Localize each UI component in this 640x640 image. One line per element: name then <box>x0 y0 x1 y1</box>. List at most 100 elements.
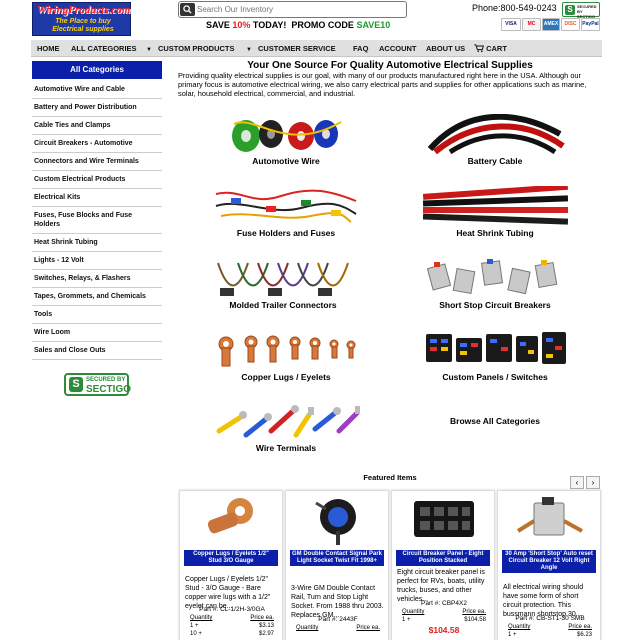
sidebar-item-heat-shrink[interactable]: Heat Shrink Tubing <box>32 234 162 252</box>
category-tile-wire-terminals[interactable]: Wire Terminals <box>206 401 366 453</box>
sidebar-item-circuit-breakers[interactable]: Circuit Breakers - Automotive <box>32 135 162 153</box>
product-title[interactable]: Copper Lugs / Eyelets 1/2" Stud 3/O Gaug… <box>184 550 278 566</box>
product-image-short-stop <box>498 491 600 547</box>
promo-code-label: PROMO CODE <box>291 20 354 30</box>
security-seal[interactable]: S SECURED BY SECTIGO <box>64 373 131 396</box>
battery-cable-image <box>425 113 565 155</box>
category-tile-trailer-connectors[interactable]: Molded Trailer Connectors <box>203 258 363 310</box>
category-tile-fuse-holders[interactable]: Fuse Holders and Fuses <box>206 186 366 238</box>
category-tile-battery-cable[interactable]: Battery Cable <box>415 113 575 166</box>
product-title[interactable]: Circuit Breaker Panel - Eight Position S… <box>396 550 490 566</box>
nav-all-categories[interactable]: ALL CATEGORIES <box>71 40 137 57</box>
search-box <box>178 1 407 18</box>
qty-header: Quantity <box>508 624 531 630</box>
category-label: Copper Lugs / Eyelets <box>241 372 331 382</box>
product-title[interactable]: GM Double Contact Signal Park Light Sock… <box>290 550 384 566</box>
nav-cart-label: CART <box>486 44 507 53</box>
price-header: Price ea. <box>462 609 486 615</box>
qty-header: Quantity <box>296 625 319 631</box>
product-part-number: Part #: 2443F <box>318 616 358 623</box>
category-tile-copper-lugs[interactable]: Copper Lugs / Eyelets <box>206 330 366 382</box>
phone-number[interactable]: 800-549-0243 <box>501 3 557 13</box>
security-seal-small[interactable]: S SECURED BY SECTIGO <box>562 2 600 19</box>
amex-icon: AMEX <box>542 18 560 31</box>
nav-about-us[interactable]: ABOUT US <box>426 40 465 57</box>
sectigo-logo-icon: S <box>69 377 83 392</box>
featured-item-card[interactable]: 30 Amp 'Short Stop' Auto reset Circuit B… <box>497 490 601 640</box>
sidebar-item-cable-ties[interactable]: Cable Ties and Clamps <box>32 117 162 135</box>
sidebar-item-custom-electrical[interactable]: Custom Electrical Products <box>32 171 162 189</box>
mastercard-icon: MC <box>522 18 541 31</box>
product-description: All electrical wiring should have some f… <box>503 584 584 618</box>
copper-lugs-image <box>211 330 361 370</box>
category-tile-custom-panels[interactable]: Custom Panels / Switches <box>415 330 575 382</box>
nav-cart[interactable]: CART <box>474 40 507 57</box>
heat-shrink-image <box>422 183 568 226</box>
main-nav: HOME ALL CATEGORIES ▼ CUSTOM PRODUCTS ▼ CU… <box>31 40 602 57</box>
nav-account[interactable]: ACCOUNT <box>379 40 417 57</box>
dropdown-arrow-icon: ▼ <box>146 47 152 53</box>
price-header: Price ea. <box>356 625 380 631</box>
sidebar-item-fuses[interactable]: Fuses, Fuse Blocks and Fuse Holders <box>32 207 162 234</box>
security-seal-small-text: SECURED BY SECTIGO <box>577 4 597 19</box>
promo-banner: SAVE 10% TODAY! PROMO CODE SAVE10 <box>206 20 390 30</box>
category-label: Molded Trailer Connectors <box>229 300 337 310</box>
sidebar-item-battery[interactable]: Battery and Power Distribution <box>32 99 162 117</box>
fuse-holders-image <box>211 186 361 226</box>
circuit-breakers-image <box>425 258 565 298</box>
sidebar-item-switches[interactable]: Switches, Relays, & Flashers <box>32 270 162 288</box>
site-logo[interactable]: WiringProducts.com The Place to buy Elec… <box>32 2 131 36</box>
sidebar-item-wire-loom[interactable]: Wire Loom <box>32 324 162 342</box>
product-part-number: Part #: CL-1/2H-3/0GA <box>199 606 265 613</box>
qty-cell: 1 + <box>402 617 411 623</box>
carousel-prev-button[interactable]: ‹ <box>570 476 584 489</box>
dropdown-arrow-icon: ▼ <box>246 47 252 53</box>
payment-cards: VISA MC AMEX DISC PayPal <box>501 18 600 31</box>
price-table: Quantity Price ea. <box>296 624 380 632</box>
search-button[interactable] <box>180 3 195 16</box>
category-tile-short-stop-breakers[interactable]: Short Stop Circuit Breakers <box>415 258 575 310</box>
qty-cell: 1 + <box>190 623 199 629</box>
product-description: Eight circuit breaker panel is perfect f… <box>397 569 485 603</box>
sidebar-item-tools[interactable]: Tools <box>32 306 162 324</box>
sidebar-item-electrical-kits[interactable]: Electrical Kits <box>32 189 162 207</box>
sidebar-heading[interactable]: All Categories <box>32 61 162 79</box>
nav-customer-service[interactable]: ▼ CUSTOMER SERVICE <box>246 40 336 57</box>
product-part-number: Part #: CB-ST1-30 SMB <box>515 615 585 622</box>
nav-home[interactable]: HOME <box>37 40 60 57</box>
browse-all-categories-link[interactable]: Browse All Categories <box>415 416 575 426</box>
price-cell: $3.13 <box>258 623 274 629</box>
trailer-connectors-image <box>208 258 358 298</box>
promo-today: TODAY! <box>252 20 287 30</box>
qty-cell: 1 + <box>508 632 517 638</box>
qty-cell: 10 + <box>190 631 202 637</box>
price-table: Quantity Price ea. 1 + $6.23 <box>508 623 592 639</box>
carousel-next-button[interactable]: › <box>586 476 600 489</box>
nav-faq[interactable]: FAQ <box>353 40 368 57</box>
featured-item-card[interactable]: Copper Lugs / Eyelets 1/2" Stud 3/O Gaug… <box>179 490 283 640</box>
category-tile-automotive-wire[interactable]: Automotive Wire <box>206 114 366 166</box>
category-tile-heat-shrink[interactable]: Heat Shrink Tubing <box>415 183 575 238</box>
sidebar-item-sales[interactable]: Sales and Close Outs <box>32 342 162 360</box>
price-table: Quantity Price ea. 1 + $3.13 10 + $2.97 <box>190 614 274 638</box>
nav-custom-products[interactable]: ▼ CUSTOM PRODUCTS <box>146 40 234 57</box>
product-price: $104.58 <box>428 625 460 635</box>
sidebar-item-connectors[interactable]: Connectors and Wire Terminals <box>32 153 162 171</box>
category-label: Heat Shrink Tubing <box>456 228 534 238</box>
cart-icon <box>474 44 485 52</box>
category-label: Short Stop Circuit Breakers <box>439 300 551 310</box>
logo-tagline: The Place to buy Electrical supplies <box>52 18 114 33</box>
featured-heading: Featured Items <box>363 473 417 482</box>
featured-item-card[interactable]: Circuit Breaker Panel - Eight Position S… <box>391 490 495 640</box>
search-input[interactable] <box>197 3 402 16</box>
visa-icon: VISA <box>501 18 521 31</box>
featured-item-card[interactable]: GM Double Contact Signal Park Light Sock… <box>285 490 389 640</box>
promo-save: SAVE <box>206 20 230 30</box>
sidebar-item-tapes[interactable]: Tapes, Grommets, and Chemicals <box>32 288 162 306</box>
sidebar-item-automotive-wire[interactable]: Automotive Wire and Cable <box>32 81 162 99</box>
promo-code: SAVE10 <box>356 20 391 30</box>
price-cell: $104.58 <box>464 617 486 623</box>
price-cell: $6.23 <box>576 632 592 638</box>
sidebar-item-lights[interactable]: Lights - 12 Volt <box>32 252 162 270</box>
product-title[interactable]: 30 Amp 'Short Stop' Auto reset Circuit B… <box>502 550 596 573</box>
